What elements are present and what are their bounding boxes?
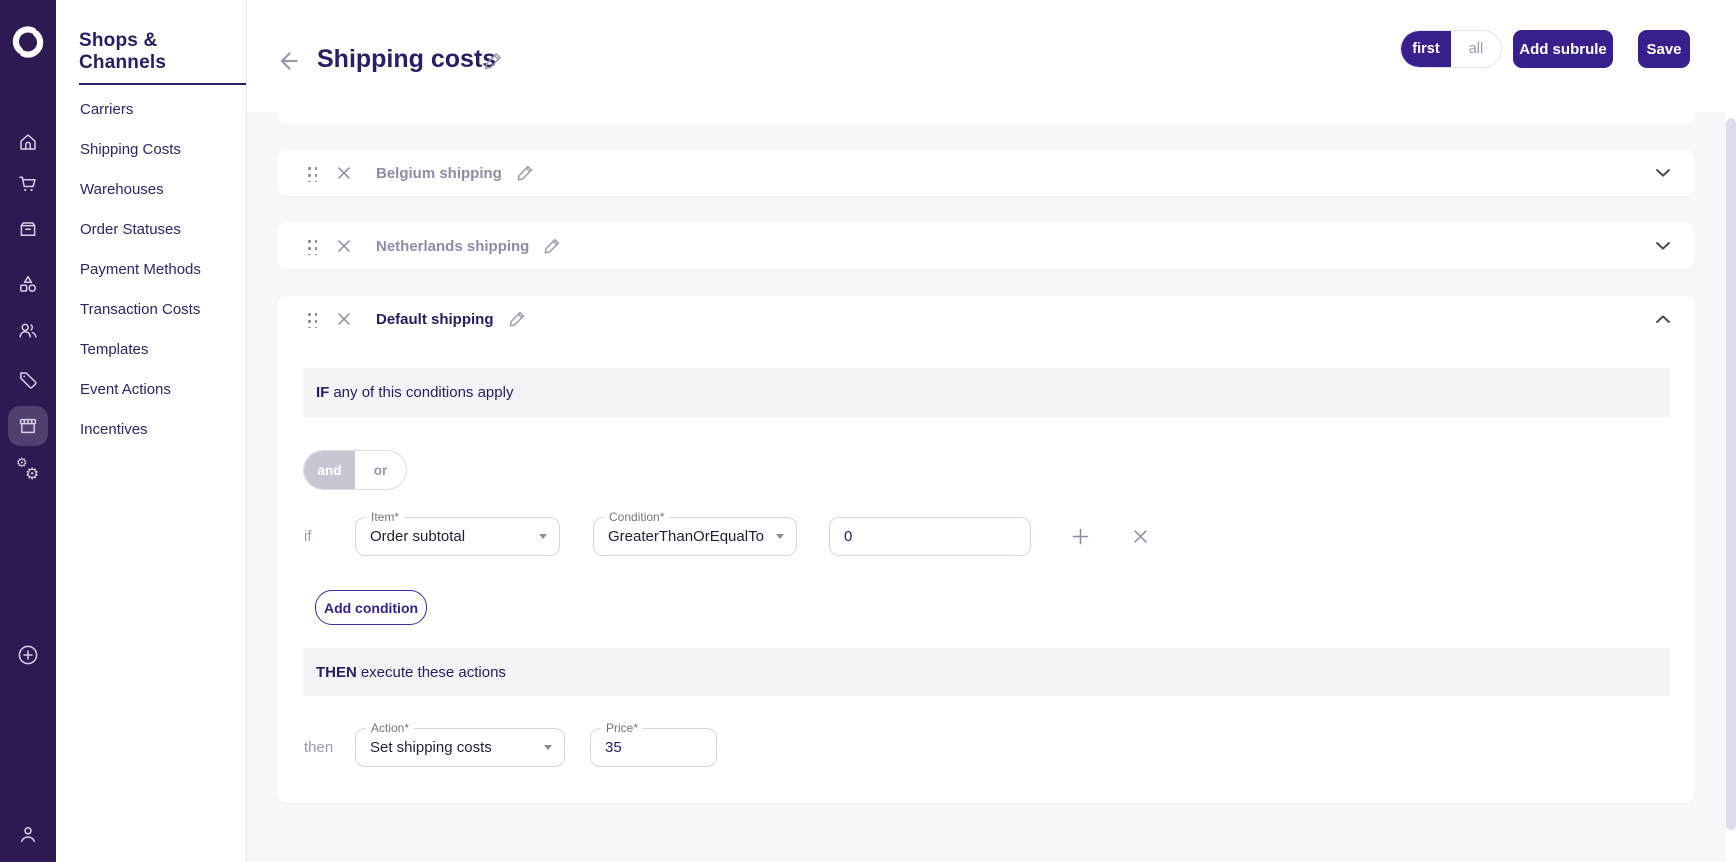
price-input[interactable]	[591, 729, 716, 766]
edit-title-pencil-icon[interactable]	[482, 50, 504, 72]
app-window: ⚙ ⚙ Shops & Channels Carriers Shipping Co…	[0, 0, 1736, 862]
condition-value-input[interactable]	[830, 518, 1030, 555]
price-field: Price*	[590, 721, 717, 767]
settings-gears-icon[interactable]: ⚙ ⚙	[8, 450, 48, 490]
sidebar-nav: Carriers Shipping Costs Warehouses Order…	[80, 90, 201, 450]
scrolled-card-edge	[277, 112, 1695, 123]
rule-mode-toggle: first all	[1400, 30, 1502, 68]
action-select-label: Action*	[366, 721, 415, 735]
edit-rule-pencil-icon[interactable]	[542, 236, 562, 256]
chevron-down-icon	[776, 534, 784, 539]
sidebar-item-warehouses[interactable]: Warehouses	[80, 170, 201, 210]
sidebar-item-payment-methods[interactable]: Payment Methods	[80, 250, 201, 290]
chevron-down-icon[interactable]	[1655, 241, 1671, 251]
rule-title: Belgium shipping	[376, 164, 502, 182]
if-conditions-bar: IF any of this conditions apply	[303, 368, 1670, 417]
if-keyword: IF	[316, 384, 330, 401]
item-select-label: Item*	[366, 510, 405, 524]
customers-icon[interactable]	[8, 310, 48, 350]
operator-and[interactable]: and	[304, 451, 355, 489]
add-new-icon[interactable]	[8, 635, 48, 675]
sidebar-item-incentives[interactable]: Incentives	[80, 410, 201, 450]
drag-handle-icon[interactable]	[306, 237, 317, 255]
condition-select-value: GreaterThanOrEqualTo	[608, 528, 764, 545]
sidebar-item-templates[interactable]: Templates	[80, 330, 201, 370]
app-logo	[8, 22, 48, 62]
item-select-value: Order subtotal	[370, 528, 466, 545]
toggle-first[interactable]: first	[1401, 31, 1451, 67]
remove-condition-x-icon[interactable]	[1131, 527, 1150, 546]
sidebar-item-carriers[interactable]: Carriers	[80, 90, 201, 130]
add-subrule-button[interactable]: Add subrule	[1513, 30, 1613, 68]
then-prefix-label: then	[304, 739, 334, 756]
action-select-value: Set shipping costs	[370, 739, 492, 756]
scrollbar-thumb[interactable]	[1726, 118, 1736, 830]
condition-select[interactable]: Condition* GreaterThanOrEqualTo	[593, 510, 797, 556]
store-icon[interactable]	[8, 406, 48, 446]
sidebar-item-transaction-costs[interactable]: Transaction Costs	[80, 290, 201, 330]
if-bar-text: any of this conditions apply	[333, 384, 514, 401]
sidebar-item-shipping-costs[interactable]: Shipping Costs	[80, 130, 201, 170]
sidebar-item-event-actions[interactable]: Event Actions	[80, 370, 201, 410]
sidebar: Shops & Channels Carriers Shipping Costs…	[56, 0, 247, 862]
chevron-up-icon[interactable]	[1655, 314, 1671, 324]
rule-title: Netherlands shipping	[376, 237, 530, 255]
chevron-down-icon	[544, 745, 552, 750]
then-actions-bar: THEN execute these actions	[303, 648, 1670, 696]
operator-or[interactable]: or	[355, 451, 406, 489]
cart-icon[interactable]	[8, 164, 48, 204]
sidebar-title: Shops & Channels	[79, 30, 246, 85]
sidebar-item-order-statuses[interactable]: Order Statuses	[80, 210, 201, 250]
operator-toggle: and or	[303, 450, 407, 490]
add-condition-plus-icon[interactable]	[1070, 526, 1091, 547]
item-select[interactable]: Item* Order subtotal	[355, 510, 560, 556]
add-condition-button[interactable]: Add condition	[315, 590, 427, 625]
remove-rule-icon[interactable]	[334, 236, 354, 256]
chevron-down-icon[interactable]	[1655, 168, 1671, 178]
action-select[interactable]: Action* Set shipping costs	[355, 721, 565, 767]
then-bar-text: execute these actions	[360, 663, 506, 681]
page-title: Shipping costs	[317, 45, 497, 73]
drag-handle-icon[interactable]	[306, 310, 317, 328]
remove-rule-icon[interactable]	[334, 163, 354, 183]
drag-handle-icon[interactable]	[306, 164, 317, 182]
if-prefix-label: if	[304, 528, 312, 545]
rule-title: Default shipping	[376, 310, 494, 328]
save-button[interactable]: Save	[1638, 30, 1690, 68]
rule-card-belgium: Belgium shipping	[277, 150, 1695, 196]
profile-icon[interactable]	[8, 814, 48, 854]
catalog-shapes-icon[interactable]	[8, 264, 48, 304]
rule-card-default: Default shipping IF any of this conditio…	[277, 296, 1695, 803]
remove-rule-icon[interactable]	[334, 309, 354, 329]
chevron-down-icon	[539, 534, 547, 539]
icon-rail: ⚙ ⚙	[0, 0, 56, 862]
home-icon[interactable]	[8, 122, 48, 162]
rule-card-netherlands: Netherlands shipping	[277, 223, 1695, 269]
toggle-all[interactable]: all	[1451, 31, 1501, 67]
edit-rule-pencil-icon[interactable]	[515, 163, 535, 183]
tags-icon[interactable]	[8, 360, 48, 400]
back-button[interactable]	[276, 48, 304, 76]
orders-box-icon[interactable]	[8, 209, 48, 249]
then-keyword: THEN	[316, 663, 357, 681]
edit-rule-pencil-icon[interactable]	[507, 309, 527, 329]
condition-value-field	[829, 517, 1031, 556]
condition-select-label: Condition*	[604, 510, 670, 524]
